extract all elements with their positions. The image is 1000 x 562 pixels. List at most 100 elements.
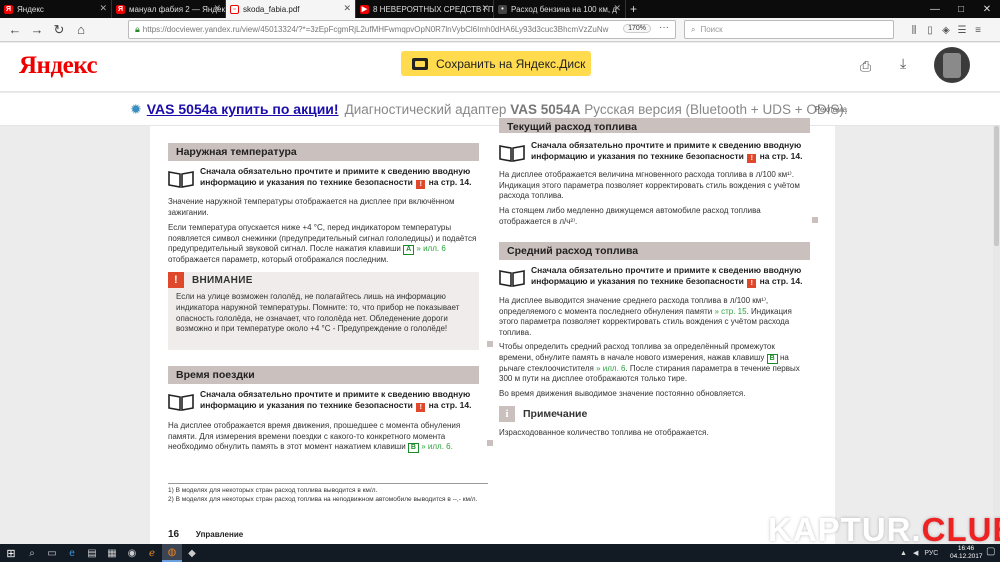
page-link[interactable]: » стр. 15 bbox=[714, 307, 746, 316]
edge-icon[interactable]: e bbox=[62, 544, 82, 562]
book-icon bbox=[499, 145, 525, 162]
notice-page: на стр. 14. bbox=[759, 151, 803, 161]
close-icon[interactable]: ✕ bbox=[213, 3, 221, 14]
store-icon[interactable]: ▦ bbox=[102, 544, 122, 562]
close-icon[interactable]: ✕ bbox=[343, 3, 351, 14]
yandex-logo[interactable]: Яндекс bbox=[19, 52, 98, 80]
warning-text: Если на улице возможен гололёд, не полаг… bbox=[176, 292, 460, 334]
sidebar-icon[interactable]: ▯ bbox=[922, 18, 938, 42]
book-icon bbox=[168, 394, 194, 411]
close-icon[interactable]: ✕ bbox=[613, 3, 621, 14]
section-title-trip-time: Время поездки bbox=[168, 366, 479, 384]
search-placeholder: Поиск bbox=[700, 25, 723, 34]
library-icon[interactable]: ⫼ bbox=[906, 18, 922, 42]
footnotes: 1) В моделях для некоторых стран расход … bbox=[168, 483, 488, 504]
tab-bar: Я Яндекс ✕ Я мануал фабия 2 — Яндекс: на… bbox=[0, 0, 1000, 18]
close-icon[interactable]: ✕ bbox=[99, 3, 107, 14]
section-title-outside-temp: Наружная температура bbox=[168, 143, 479, 161]
tab-yandex[interactable]: Я Яндекс ✕ bbox=[0, 0, 112, 18]
reload-icon[interactable]: ↻ bbox=[48, 19, 70, 41]
app-icon[interactable]: ◆ bbox=[182, 544, 202, 562]
network-icon[interactable]: ▲ bbox=[900, 550, 907, 557]
pdf-page: Наружная температура Сначала обязательно… bbox=[150, 118, 835, 544]
warning-header: ! ВНИМАНИЕ bbox=[168, 272, 479, 288]
app-icon[interactable]: ◉ bbox=[122, 544, 142, 562]
menu-icon[interactable]: ≡ bbox=[970, 18, 986, 42]
home-icon[interactable]: ⌂ bbox=[70, 19, 92, 41]
tab-search[interactable]: Я мануал фабия 2 — Яндекс: на ✕ bbox=[112, 0, 226, 18]
ad-text-pre: Диагностический адаптер bbox=[344, 101, 507, 117]
windows-start-icon[interactable]: ⊞ bbox=[0, 544, 22, 562]
figure-link[interactable]: » илл. 6 bbox=[596, 364, 625, 373]
reader-icon[interactable]: ☰ bbox=[954, 18, 970, 42]
nav-bar: ← → ↻ ⌂ 🔒︎ https://docviewer.yandex.ru/v… bbox=[0, 18, 1000, 42]
task-view-icon[interactable]: ▭ bbox=[42, 544, 62, 562]
safety-notice: Сначала обязательно прочтите и примите к… bbox=[200, 389, 479, 412]
close-window-icon[interactable]: ✕ bbox=[974, 0, 1000, 18]
system-tray: ▲ ◀ РУС bbox=[900, 544, 938, 562]
scrollbar-thumb[interactable] bbox=[994, 126, 999, 246]
page-footer: 16 Управление bbox=[168, 529, 243, 540]
ad-label: Реклама bbox=[815, 105, 848, 114]
close-icon[interactable]: ✕ bbox=[481, 3, 489, 14]
page-actions-icon[interactable]: ··· bbox=[659, 22, 669, 33]
notice-page: на стр. 14. bbox=[759, 276, 803, 286]
ie-icon[interactable]: ℯ bbox=[142, 544, 162, 562]
volume-icon[interactable]: ◀ bbox=[913, 549, 918, 557]
back-icon[interactable]: ← bbox=[4, 19, 26, 41]
end-marker bbox=[487, 440, 493, 446]
site-icon: • bbox=[498, 4, 507, 14]
clock[interactable]: 16:46 04.12.2017 bbox=[950, 545, 983, 561]
notice-page: на стр. 14. bbox=[428, 400, 472, 410]
notifications-icon[interactable]: ▢ bbox=[986, 546, 995, 557]
clock-date: 04.12.2017 bbox=[950, 553, 983, 560]
warning-icon: ! bbox=[747, 154, 757, 163]
youtube-icon: ▶ bbox=[360, 4, 369, 14]
page-number: 16 bbox=[168, 529, 180, 540]
search-icon[interactable]: ⌕ bbox=[22, 544, 42, 562]
firefox-icon[interactable]: ◍ bbox=[162, 544, 182, 562]
paragraph: На дисплее выводится значение среднего р… bbox=[499, 296, 810, 338]
watermark-part1: KAPTUR. bbox=[768, 511, 922, 548]
figure-link[interactable]: » илл. 6. bbox=[421, 442, 453, 451]
zoom-level[interactable]: 170% bbox=[623, 24, 651, 33]
tab-fuel[interactable]: • Расход бензина на 100 км, д ✕ bbox=[494, 0, 626, 18]
forward-icon[interactable]: → bbox=[26, 19, 48, 41]
pocket-icon[interactable]: ◈ bbox=[938, 18, 954, 42]
book-icon bbox=[168, 171, 194, 188]
end-marker bbox=[812, 217, 818, 223]
address-bar[interactable]: 🔒︎ https://docviewer.yandex.ru/view/4501… bbox=[128, 20, 676, 39]
tab-label: 8 НЕВЕРОЯТНЫХ СРЕДСТВ ГП bbox=[373, 4, 494, 14]
minimize-icon[interactable]: — bbox=[922, 0, 948, 18]
explorer-icon[interactable]: ▤ bbox=[82, 544, 102, 562]
tab-label: skoda_fabia.pdf bbox=[243, 4, 300, 14]
tab-label: Расход бензина на 100 км, д bbox=[511, 4, 617, 14]
avatar[interactable] bbox=[934, 47, 970, 83]
end-marker bbox=[487, 341, 493, 347]
right-column: Текущий расход топлива Сначала обязатель… bbox=[499, 118, 818, 486]
paragraph: Значение наружной температуры отображает… bbox=[168, 197, 455, 217]
tab-youtube[interactable]: ▶ 8 НЕВЕРОЯТНЫХ СРЕДСТВ ГП ✕ bbox=[356, 0, 494, 18]
figure-link[interactable]: » илл. 6 bbox=[416, 244, 445, 253]
pdf-icon: ▫ bbox=[230, 4, 239, 14]
gear-icon: ✹ bbox=[130, 100, 142, 117]
maximize-icon[interactable]: □ bbox=[948, 0, 974, 18]
save-to-disk-button[interactable]: Сохранить на Яндекс.Диск bbox=[401, 51, 591, 76]
url-text: https://docviewer.yandex.ru/view/4501332… bbox=[142, 25, 609, 34]
paragraph: На дисплее отображается время движения, … bbox=[168, 421, 479, 453]
lock-icon: 🔒︎ bbox=[135, 24, 140, 34]
key-b-badge: B bbox=[407, 443, 419, 453]
print-icon[interactable]: ⎙ bbox=[860, 58, 871, 75]
paragraph: Чтобы определить средний расход топлива … bbox=[499, 342, 810, 385]
scrollbar[interactable] bbox=[993, 126, 1000, 544]
search-input[interactable]: ⌕ Поиск bbox=[684, 20, 894, 39]
tab-pdf[interactable]: ▫ skoda_fabia.pdf ✕ bbox=[226, 0, 356, 18]
language-indicator[interactable]: РУС bbox=[924, 550, 938, 557]
download-icon[interactable]: ⤓ bbox=[900, 55, 906, 72]
ad-link[interactable]: VAS 5054a купить по акции! bbox=[147, 101, 339, 117]
paragraph-text: Чтобы определить средний расход топлива … bbox=[499, 342, 775, 362]
safety-notice: Сначала обязательно прочтите и примите к… bbox=[200, 166, 479, 189]
new-tab-button[interactable]: + bbox=[626, 0, 646, 18]
footnote: 1) В моделях для некоторых стран расход … bbox=[168, 487, 378, 494]
yandex-icon: Я bbox=[4, 4, 13, 14]
